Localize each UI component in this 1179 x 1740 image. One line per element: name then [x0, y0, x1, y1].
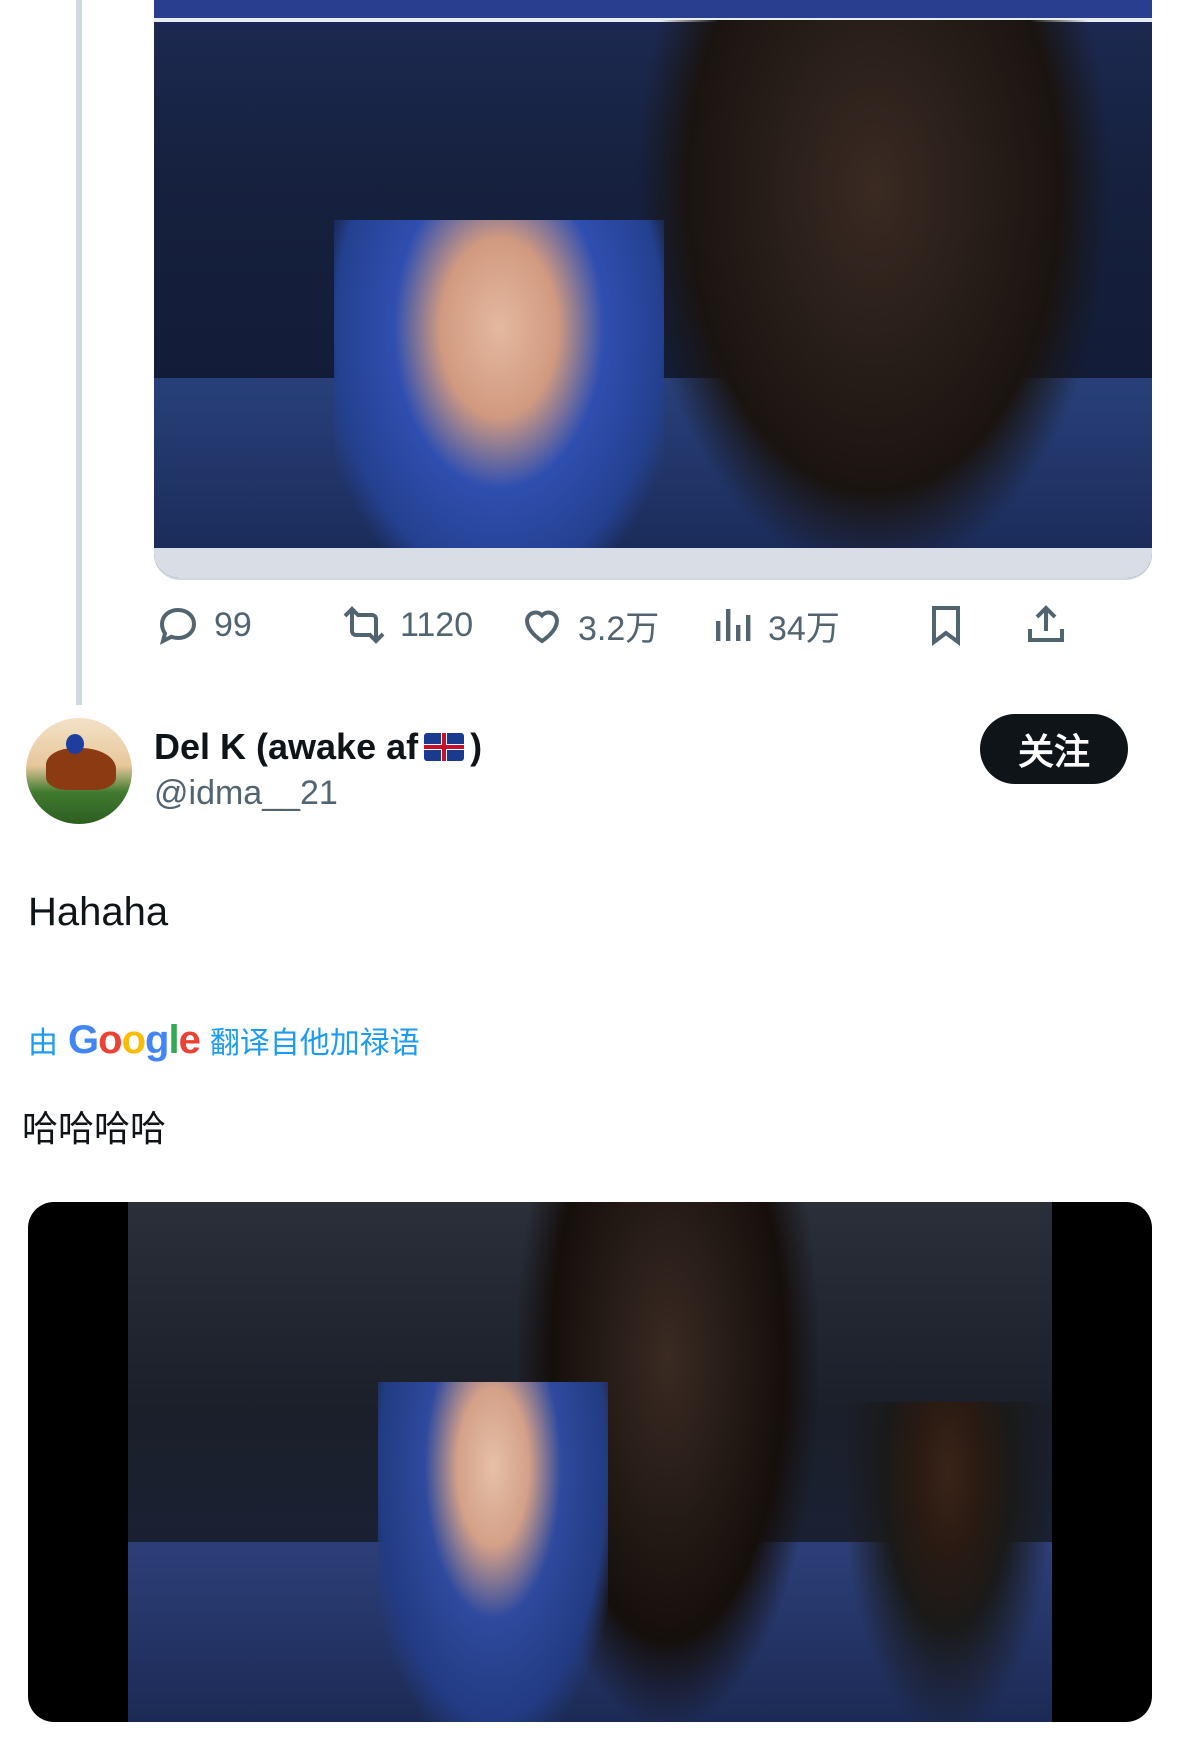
tweet-action-bar: 99 1120 3.2万 34万	[154, 600, 1144, 650]
bookmark-button[interactable]	[922, 600, 970, 650]
display-name-suffix: )	[470, 726, 483, 767]
translate-suffix: 翻译自他加禄语	[209, 1027, 420, 1060]
translate-prefix: 由	[28, 1027, 58, 1060]
like-button[interactable]: 3.2万	[518, 600, 659, 650]
media-singer-figure	[634, 20, 1114, 578]
views-icon	[716, 609, 751, 641]
like-count: 3.2万	[578, 609, 660, 648]
bookmark-icon	[932, 606, 960, 646]
views-button[interactable]: 34万	[708, 600, 840, 650]
translation-attribution[interactable]: 由 Google 翻译自他加禄语	[28, 1016, 420, 1064]
avatar[interactable]	[26, 718, 132, 824]
reply-media-audience-right	[848, 1402, 1048, 1722]
reply-media-audience-left	[378, 1382, 608, 1722]
tweet-text: Hahaha	[28, 890, 169, 934]
follow-button[interactable]: 关注	[980, 714, 1128, 784]
google-logo: Google	[68, 1017, 201, 1062]
user-handle[interactable]: @idma__21	[154, 774, 338, 813]
like-icon	[524, 610, 560, 644]
media-audience-figure	[334, 220, 664, 578]
thread-connector-line	[76, 0, 82, 705]
reply-icon	[159, 607, 197, 645]
retweet-count: 1120	[400, 605, 474, 644]
retweet-icon	[343, 606, 385, 644]
share-icon	[1028, 605, 1064, 642]
avatar-jockey	[66, 734, 84, 754]
retweet-button[interactable]: 1120	[340, 600, 473, 650]
uk-flag-icon	[424, 733, 465, 761]
share-button[interactable]	[1022, 600, 1070, 650]
reply-button[interactable]: 99	[154, 600, 252, 650]
media-top-strip	[154, 0, 1152, 22]
previous-tweet-media[interactable]	[154, 0, 1152, 580]
display-name[interactable]: Del K (awake af )	[154, 726, 482, 768]
reply-count: 99	[214, 605, 252, 644]
avatar-horse	[46, 748, 116, 790]
reply-media-frame	[128, 1202, 1052, 1722]
reply-media[interactable]	[28, 1202, 1152, 1722]
media-caption-bar	[154, 548, 1152, 578]
translated-text: 哈哈哈哈	[22, 1108, 167, 1149]
display-name-text: Del K (awake af	[154, 726, 419, 767]
views-count: 34万	[768, 609, 840, 648]
